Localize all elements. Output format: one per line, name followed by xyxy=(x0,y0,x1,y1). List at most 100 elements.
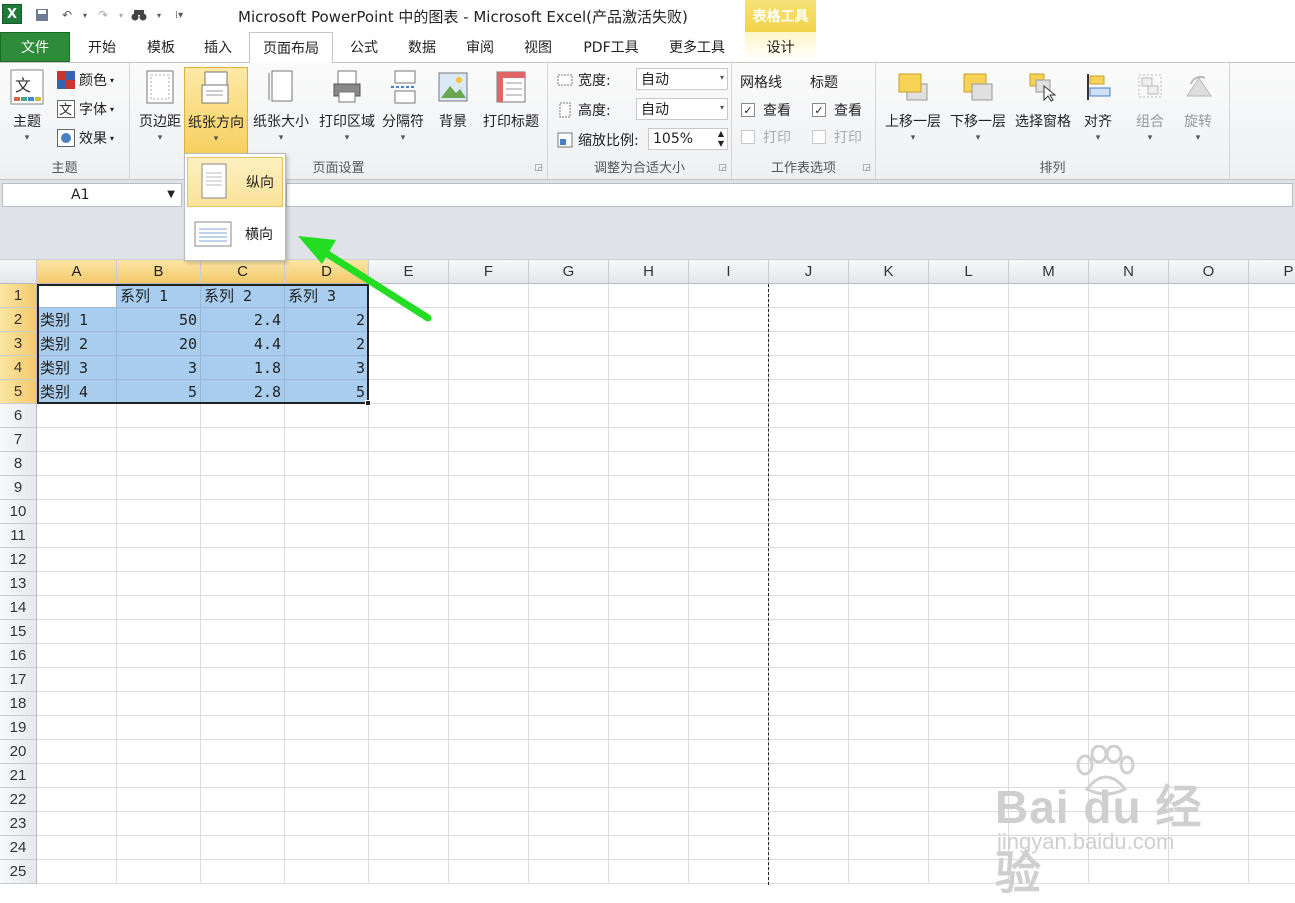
cell-m2[interactable] xyxy=(1009,308,1089,332)
cell-l25[interactable] xyxy=(929,860,1009,884)
row-header-23[interactable]: 23 xyxy=(0,812,37,836)
cell-c24[interactable] xyxy=(201,836,285,860)
cell-d15[interactable] xyxy=(285,620,369,644)
cell-g25[interactable] xyxy=(529,860,609,884)
formula-input[interactable] xyxy=(286,183,1293,207)
cell-k12[interactable] xyxy=(849,548,929,572)
tab-home[interactable]: 开始 xyxy=(78,32,126,62)
row-header-14[interactable]: 14 xyxy=(0,596,37,620)
rotate-button[interactable]: 旋转 ▾ xyxy=(1176,67,1220,157)
cell-i25[interactable] xyxy=(689,860,769,884)
cell-h21[interactable] xyxy=(609,764,689,788)
cell-f25[interactable] xyxy=(449,860,529,884)
tab-template[interactable]: 模板 xyxy=(137,32,185,62)
cell-f22[interactable] xyxy=(449,788,529,812)
cell-k25[interactable] xyxy=(849,860,929,884)
cell-p12[interactable] xyxy=(1249,548,1295,572)
cell-j10[interactable] xyxy=(769,500,849,524)
headings-print-checkbox[interactable]: 打印 xyxy=(812,127,862,147)
cell-f11[interactable] xyxy=(449,524,529,548)
cell-d25[interactable] xyxy=(285,860,369,884)
cell-o1[interactable] xyxy=(1169,284,1249,308)
cell-d24[interactable] xyxy=(285,836,369,860)
cell-k5[interactable] xyxy=(849,380,929,404)
cell-j19[interactable] xyxy=(769,716,849,740)
cell-n3[interactable] xyxy=(1089,332,1169,356)
cell-k6[interactable] xyxy=(849,404,929,428)
cell-h22[interactable] xyxy=(609,788,689,812)
cell-o9[interactable] xyxy=(1169,476,1249,500)
cell-m10[interactable] xyxy=(1009,500,1089,524)
headings-view-checkbox[interactable]: ✓ 查看 xyxy=(812,100,862,120)
cell-a12[interactable] xyxy=(37,548,117,572)
cell-d8[interactable] xyxy=(285,452,369,476)
cell-f5[interactable] xyxy=(449,380,529,404)
cell-d7[interactable] xyxy=(285,428,369,452)
cell-e15[interactable] xyxy=(369,620,449,644)
cell-k9[interactable] xyxy=(849,476,929,500)
cell-b9[interactable] xyxy=(117,476,201,500)
cell-g2[interactable] xyxy=(529,308,609,332)
height-select[interactable]: 自动 ▾ xyxy=(636,98,728,120)
cell-a20[interactable] xyxy=(37,740,117,764)
cell-l22[interactable] xyxy=(929,788,1009,812)
cell-k10[interactable] xyxy=(849,500,929,524)
size-button[interactable]: 纸张大小 ▾ xyxy=(250,67,312,157)
cell-f10[interactable] xyxy=(449,500,529,524)
cell-a10[interactable] xyxy=(37,500,117,524)
cell-j12[interactable] xyxy=(769,548,849,572)
cell-f20[interactable] xyxy=(449,740,529,764)
cell-j5[interactable] xyxy=(769,380,849,404)
cell-a24[interactable] xyxy=(37,836,117,860)
cell-n20[interactable] xyxy=(1089,740,1169,764)
cell-l24[interactable] xyxy=(929,836,1009,860)
cell-b17[interactable] xyxy=(117,668,201,692)
cell-k15[interactable] xyxy=(849,620,929,644)
cell-c14[interactable] xyxy=(201,596,285,620)
cell-h2[interactable] xyxy=(609,308,689,332)
print-area-button[interactable]: 打印区域 ▾ xyxy=(316,67,378,157)
cell-b19[interactable] xyxy=(117,716,201,740)
cell-n5[interactable] xyxy=(1089,380,1169,404)
cell-o12[interactable] xyxy=(1169,548,1249,572)
column-header-n[interactable]: N xyxy=(1089,260,1169,284)
cell-c25[interactable] xyxy=(201,860,285,884)
cell-f4[interactable] xyxy=(449,356,529,380)
cell-b20[interactable] xyxy=(117,740,201,764)
cell-n17[interactable] xyxy=(1089,668,1169,692)
excel-icon[interactable]: X xyxy=(2,4,22,24)
cell-h7[interactable] xyxy=(609,428,689,452)
cell-j6[interactable] xyxy=(769,404,849,428)
tab-formulas[interactable]: 公式 xyxy=(340,32,388,62)
cell-l13[interactable] xyxy=(929,572,1009,596)
cell-n21[interactable] xyxy=(1089,764,1169,788)
cell-d6[interactable] xyxy=(285,404,369,428)
cell-i9[interactable] xyxy=(689,476,769,500)
effects-button[interactable]: 效果 ▾ xyxy=(57,127,114,149)
cell-k18[interactable] xyxy=(849,692,929,716)
cell-j23[interactable] xyxy=(769,812,849,836)
cell-h13[interactable] xyxy=(609,572,689,596)
tab-page-layout[interactable]: 页面布局 xyxy=(249,32,333,63)
cell-h3[interactable] xyxy=(609,332,689,356)
column-header-d[interactable]: D xyxy=(285,260,369,284)
cell-a17[interactable] xyxy=(37,668,117,692)
column-header-e[interactable]: E xyxy=(369,260,449,284)
cell-k3[interactable] xyxy=(849,332,929,356)
margins-button[interactable]: 页边距 ▾ xyxy=(134,67,186,157)
cell-i22[interactable] xyxy=(689,788,769,812)
cell-h17[interactable] xyxy=(609,668,689,692)
cell-n14[interactable] xyxy=(1089,596,1169,620)
row-header-19[interactable]: 19 xyxy=(0,716,37,740)
cell-l3[interactable] xyxy=(929,332,1009,356)
redo-dropdown-icon[interactable]: ▾ xyxy=(112,6,130,24)
cell-j21[interactable] xyxy=(769,764,849,788)
cell-j9[interactable] xyxy=(769,476,849,500)
cell-m13[interactable] xyxy=(1009,572,1089,596)
cell-f24[interactable] xyxy=(449,836,529,860)
cell-g14[interactable] xyxy=(529,596,609,620)
row-header-16[interactable]: 16 xyxy=(0,644,37,668)
cell-m9[interactable] xyxy=(1009,476,1089,500)
cell-g12[interactable] xyxy=(529,548,609,572)
cell-j7[interactable] xyxy=(769,428,849,452)
